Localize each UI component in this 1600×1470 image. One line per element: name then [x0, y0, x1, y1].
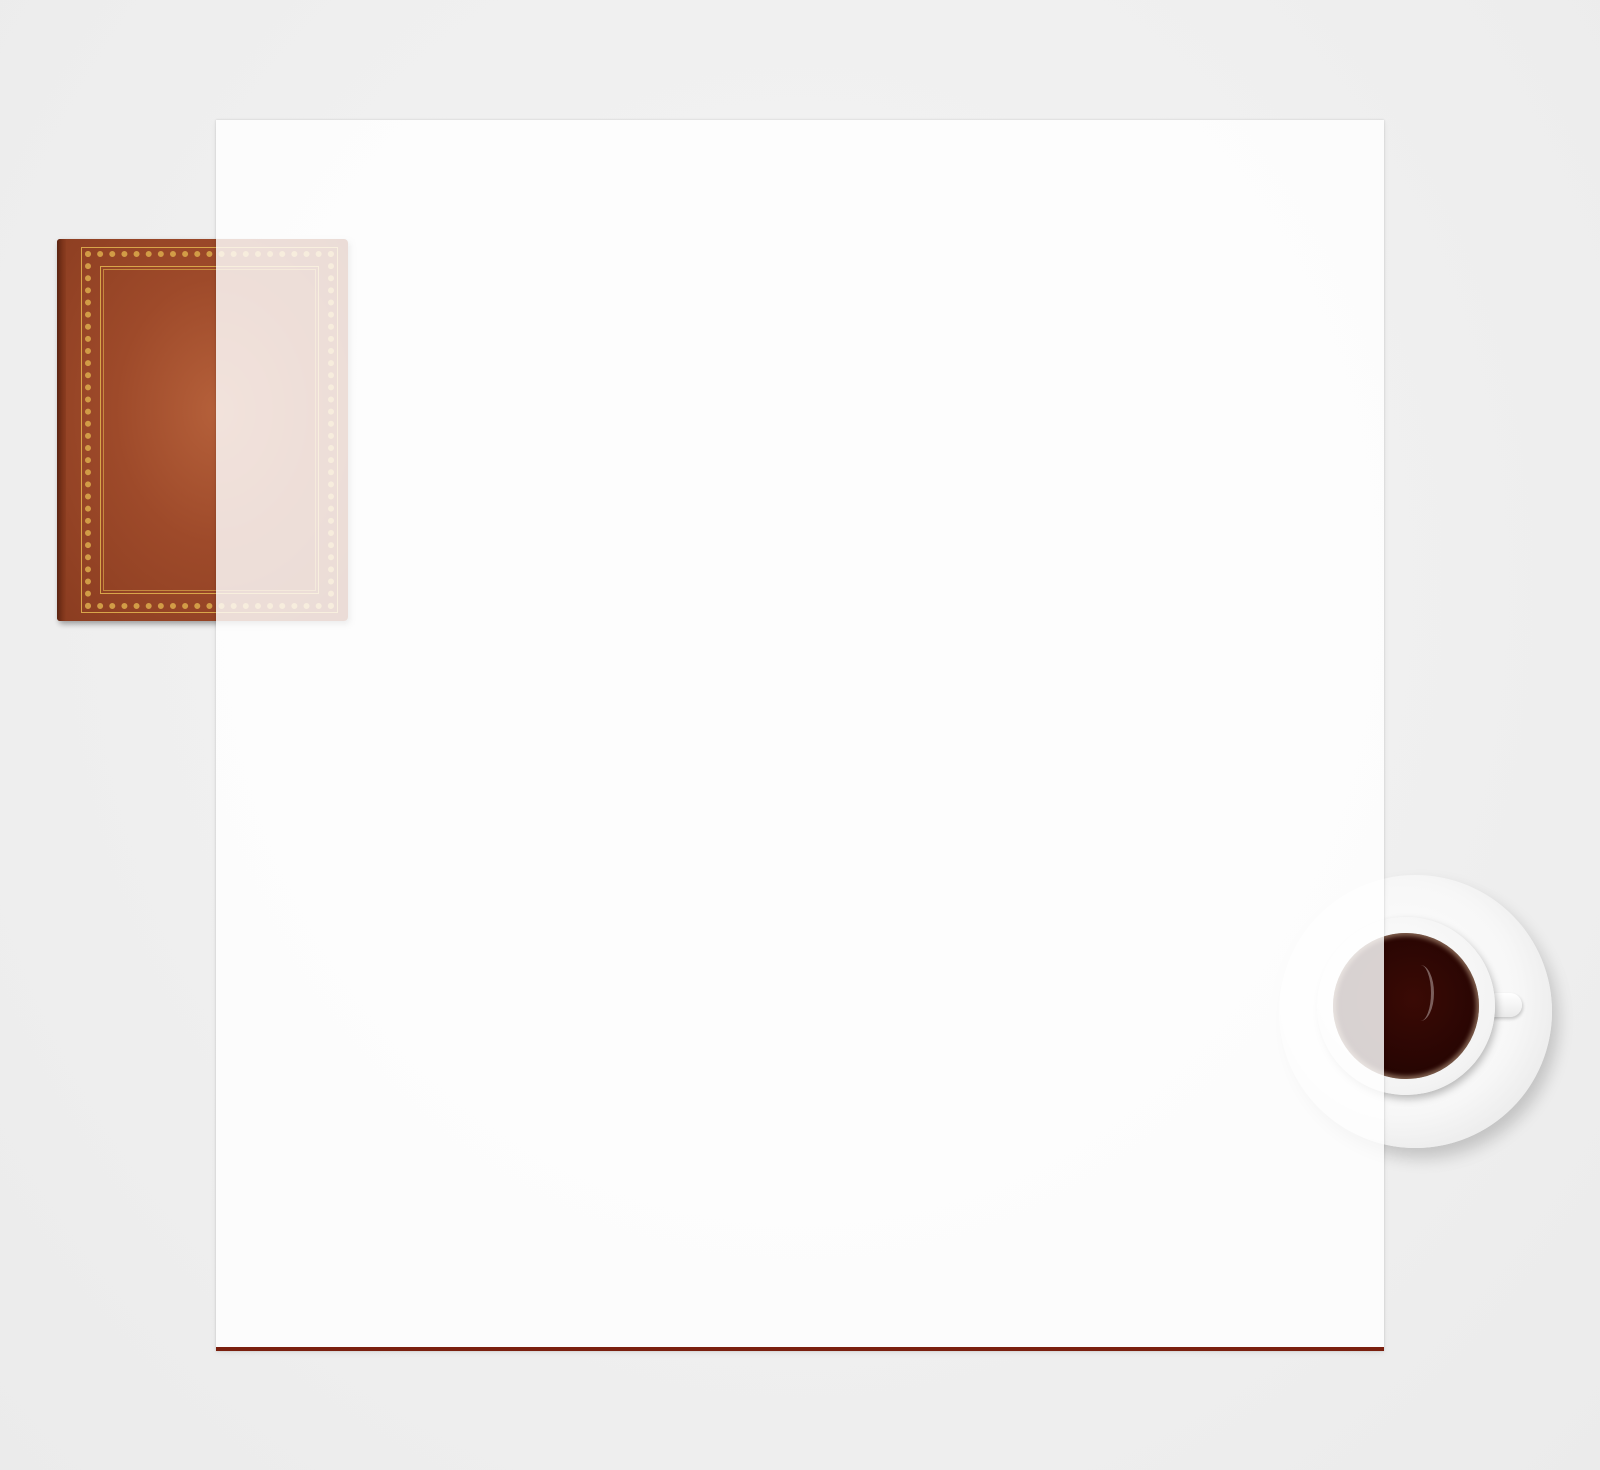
coffee-reflection [1407, 965, 1434, 1021]
desk-background [0, 0, 1600, 1470]
blank-paper-sheet [216, 120, 1384, 1351]
paper-content-area [216, 120, 1384, 1347]
paper-bottom-rule [216, 1347, 1384, 1351]
book-spine [57, 239, 66, 621]
